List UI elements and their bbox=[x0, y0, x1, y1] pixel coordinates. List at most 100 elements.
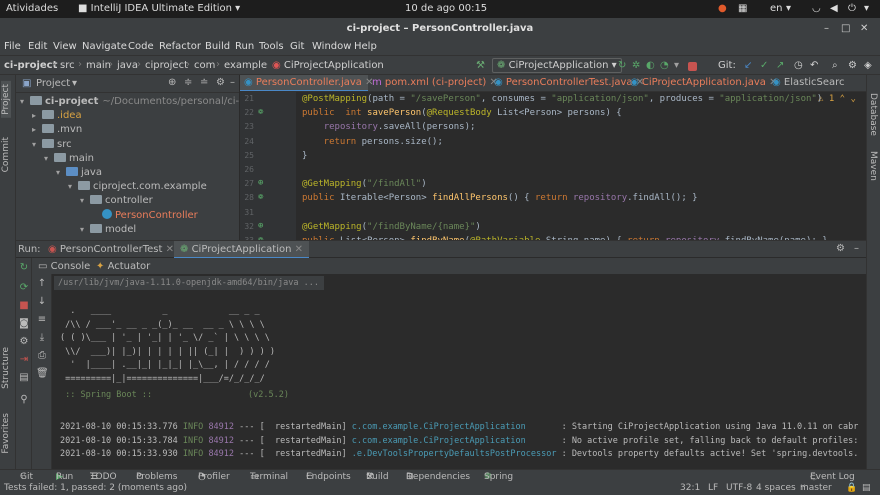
chevron-down-icon[interactable]: ▾ bbox=[68, 180, 78, 194]
breadcrumb-main[interactable]: main bbox=[86, 60, 111, 71]
breadcrumb-project[interactable]: ci-project bbox=[4, 60, 57, 71]
run-tab-person-controller-test[interactable]: ◉ PersonControllerTest ✕ bbox=[48, 244, 174, 255]
warning-indicator[interactable]: ⚠ 1 ⌃ ⌄ bbox=[818, 94, 856, 104]
gear-icon[interactable]: ⚙ bbox=[836, 243, 845, 254]
wifi-icon[interactable]: ◡ bbox=[812, 3, 821, 14]
stop-icon[interactable] bbox=[688, 62, 697, 71]
activities-button[interactable]: Atividades bbox=[6, 3, 58, 14]
menu-run[interactable]: Run bbox=[235, 41, 254, 52]
pin-icon[interactable]: ⚲ bbox=[18, 394, 30, 406]
app-menu[interactable]: ■ IntelliJ IDEA Ultimate Edition ▾ bbox=[78, 3, 240, 14]
git-commit-icon[interactable]: ✓ bbox=[760, 60, 768, 71]
menu-tools[interactable]: Tools bbox=[259, 41, 284, 52]
search-icon[interactable]: ⌕ bbox=[832, 60, 838, 71]
tree-item[interactable]: ▾ ciproject.com.example bbox=[68, 180, 207, 194]
web-endpoint-icon[interactable]: ⊕ bbox=[258, 178, 263, 188]
settings-icon[interactable]: ⚙ bbox=[848, 60, 857, 71]
chevron-down-icon[interactable]: ▾ bbox=[56, 166, 66, 180]
run-config-selector[interactable]: ❁ CiProjectApplication ▾ bbox=[492, 58, 622, 73]
clock[interactable]: 10 de ago 00:15 bbox=[405, 3, 487, 14]
menu-view[interactable]: View bbox=[53, 41, 77, 52]
menu-refactor[interactable]: Refactor bbox=[159, 41, 201, 52]
chevron-right-icon[interactable]: ▸ bbox=[32, 109, 42, 123]
tab-ci-project-application[interactable]: ◉ CiProjectApplication.java ✕ bbox=[626, 75, 777, 91]
file-encoding[interactable]: UTF-8 bbox=[726, 483, 752, 493]
database-tool-tab[interactable]: Database bbox=[868, 93, 878, 136]
run-more-icon[interactable]: ▾ bbox=[674, 60, 679, 71]
run-tab-ci-project-application[interactable]: ❁ CiProjectApplication ✕ bbox=[174, 241, 310, 259]
layout-icon[interactable]: ▤ bbox=[18, 372, 30, 384]
project-view-chevron-icon[interactable]: ▾ bbox=[72, 78, 77, 89]
breadcrumb-ciproject[interactable]: ciproject bbox=[145, 60, 188, 71]
tab-elastic-search[interactable]: ◉ ElasticSearc bbox=[768, 75, 866, 91]
soft-wrap-icon[interactable]: ≡ bbox=[36, 314, 48, 326]
commit-tool-tab[interactable]: Commit bbox=[1, 137, 11, 172]
tree-item[interactable]: ▾ ci-project~/Documentos/personal/ci-proj… bbox=[20, 95, 239, 109]
maven-tool-tab[interactable]: Maven bbox=[868, 151, 878, 181]
actuator-tab[interactable]: ✦ Actuator bbox=[96, 261, 150, 272]
menu-edit[interactable]: Edit bbox=[28, 41, 47, 52]
tab-close-icon[interactable]: ✕ bbox=[295, 244, 303, 255]
status-message[interactable]: Tests failed: 1, passed: 2 (moments ago) bbox=[4, 483, 187, 493]
menu-window[interactable]: Window bbox=[312, 41, 351, 52]
git-history-icon[interactable]: ◷ bbox=[794, 60, 803, 71]
git-push-icon[interactable]: ↗ bbox=[776, 60, 784, 71]
console-output[interactable]: /usr/lib/jvm/java-1.11.0-openjdk-amd64/b… bbox=[52, 274, 866, 469]
coverage-icon[interactable]: ◐ bbox=[646, 60, 655, 71]
menu-file[interactable]: File bbox=[4, 41, 21, 52]
tree-item[interactable]: ▾ src bbox=[32, 138, 72, 152]
hide-panel-icon[interactable]: – bbox=[230, 77, 235, 88]
hide-panel-icon[interactable]: – bbox=[854, 243, 859, 254]
system-menu-chevron-icon[interactable]: ▾ bbox=[864, 3, 869, 14]
chevron-down-icon[interactable]: ▾ bbox=[20, 95, 30, 109]
favorites-tool-tab[interactable]: Favorites bbox=[1, 413, 11, 454]
menu-build[interactable]: Build bbox=[205, 41, 230, 52]
chevron-down-icon[interactable]: ▾ bbox=[32, 138, 42, 152]
stop-icon[interactable]: ■ bbox=[18, 300, 30, 312]
collapse-all-icon[interactable]: ≐ bbox=[200, 77, 208, 88]
debug-icon[interactable]: ✲ bbox=[632, 60, 640, 71]
tree-item[interactable]: ▾ controller bbox=[80, 194, 153, 208]
structure-tool-tab[interactable]: Structure bbox=[1, 347, 11, 389]
tray-icon[interactable]: ▦ bbox=[738, 3, 747, 14]
gear-icon[interactable]: ⚙ bbox=[216, 77, 225, 88]
breadcrumb-com[interactable]: com bbox=[194, 60, 215, 71]
indent-setting[interactable]: 4 spaces bbox=[756, 483, 796, 493]
close-icon[interactable]: ✕ bbox=[860, 18, 868, 40]
volume-icon[interactable]: ◀ bbox=[830, 3, 838, 14]
project-tool-tab[interactable]: Project bbox=[1, 81, 11, 118]
java-command-line[interactable]: /usr/lib/jvm/java-1.11.0-openjdk-amd64/b… bbox=[54, 276, 324, 290]
rerun-icon[interactable]: ↻ bbox=[618, 60, 626, 71]
tab-close-icon[interactable]: ✕ bbox=[166, 244, 174, 255]
screenshot-icon[interactable]: ◙ bbox=[18, 318, 30, 330]
print-icon[interactable]: ⎙ bbox=[36, 350, 48, 362]
minimize-icon[interactable]: – bbox=[824, 18, 829, 40]
trash-icon[interactable]: 🗑 bbox=[36, 368, 49, 380]
project-panel-title[interactable]: Project bbox=[36, 78, 70, 89]
tree-item[interactable]: ▸ .mvn bbox=[32, 123, 82, 137]
menu-code[interactable]: Code bbox=[128, 41, 154, 52]
git-rollback-icon[interactable]: ↶ bbox=[810, 60, 818, 71]
breadcrumb-class[interactable]: ◉ CiProjectApplication bbox=[272, 60, 384, 71]
language-indicator[interactable]: en bbox=[770, 3, 783, 14]
tab-person-controller-test[interactable]: ◉ PersonControllerTest.java ✕ bbox=[490, 75, 644, 91]
tree-item[interactable]: ▾ main bbox=[44, 152, 94, 166]
profile-icon[interactable]: ◔ bbox=[660, 60, 669, 71]
chevron-down-icon[interactable]: ▾ bbox=[44, 152, 54, 166]
memory-indicator-icon[interactable]: ▤ bbox=[862, 483, 871, 493]
tree-item[interactable]: ▸ .idea bbox=[32, 109, 82, 123]
locate-icon[interactable]: ⊕ bbox=[168, 77, 176, 88]
build-hammer-icon[interactable]: ⚒ bbox=[476, 60, 485, 71]
breadcrumb-example[interactable]: example bbox=[224, 60, 267, 71]
chevron-down-icon[interactable]: ▾ bbox=[80, 194, 90, 208]
rerun-icon[interactable]: ↻ bbox=[18, 262, 30, 274]
scroll-up-icon[interactable]: ↑ bbox=[36, 278, 48, 290]
menu-help[interactable]: Help bbox=[354, 41, 377, 52]
breadcrumb-java[interactable]: java bbox=[117, 60, 138, 71]
chevron-down-icon[interactable]: ▾ bbox=[80, 223, 90, 237]
update-running-app-icon[interactable]: ⟳ bbox=[18, 282, 30, 294]
line-separator[interactable]: LF bbox=[708, 483, 718, 493]
scroll-down-icon[interactable]: ↓ bbox=[36, 296, 48, 308]
tree-item[interactable]: ▾ java bbox=[56, 166, 102, 180]
exit-icon[interactable]: ⇥ bbox=[18, 354, 30, 366]
